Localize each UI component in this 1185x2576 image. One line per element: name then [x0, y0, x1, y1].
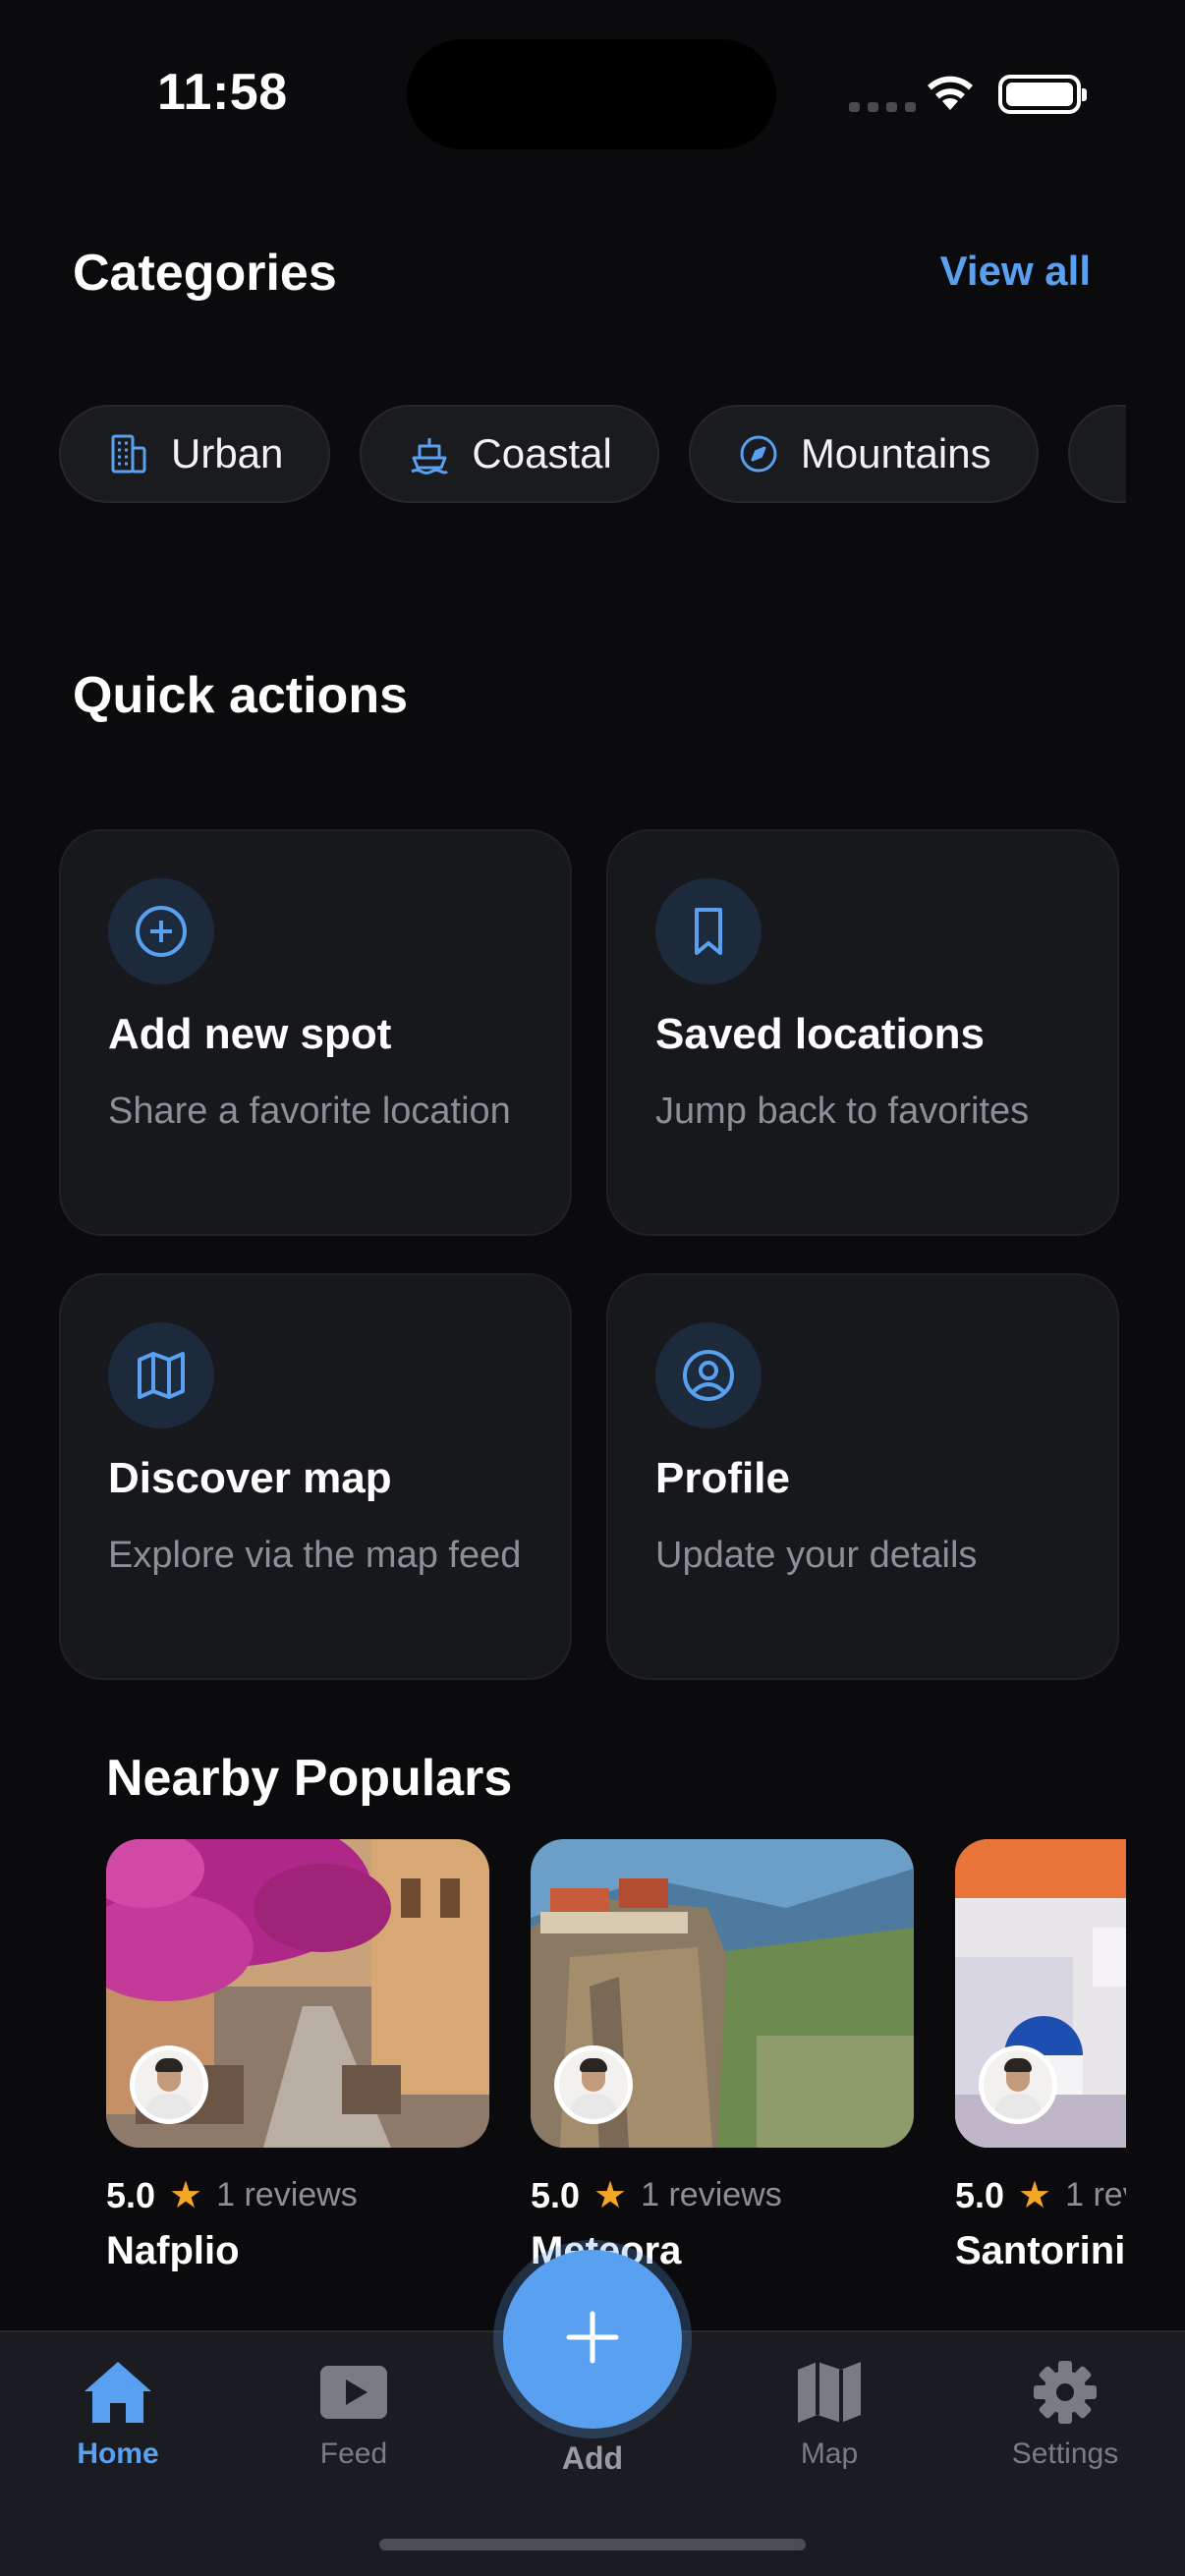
place-rating: 5.0 ★ 1 reviews	[106, 2173, 489, 2217]
view-all-link[interactable]: View all	[940, 248, 1091, 295]
place-photo	[106, 1839, 489, 2148]
card-title: Add new spot	[108, 1010, 392, 1058]
nearby-carousel: 5.0 ★ 1 reviews Nafplio 5.0 ★ 1 reviews …	[106, 1839, 1126, 2271]
nearby-title: Nearby Populars	[106, 1750, 513, 1807]
gear-icon	[1028, 2358, 1102, 2432]
place-photo	[955, 1839, 1126, 2148]
map-icon	[108, 1322, 214, 1428]
review-count: 1 reviews	[641, 2176, 782, 2213]
star-icon: ★	[169, 2175, 203, 2216]
add-button[interactable]	[503, 2250, 682, 2429]
card-subtitle: Share a favorite location	[108, 1091, 511, 1132]
plus-icon	[563, 2308, 622, 2372]
card-add-new-spot[interactable]: Add new spot Share a favorite location	[59, 829, 572, 1236]
review-count: 1 reviews	[1065, 2176, 1126, 2213]
star-icon: ★	[593, 2175, 628, 2216]
tab-label: Map	[800, 2437, 859, 2470]
dynamic-island	[407, 39, 776, 149]
chip-more[interactable]	[1067, 405, 1126, 503]
bookmark-icon	[655, 878, 762, 984]
home-indicator	[379, 2539, 806, 2550]
place-card-meteora[interactable]: 5.0 ★ 1 reviews Meteora	[531, 1839, 914, 2271]
avatar	[554, 2045, 633, 2124]
star-icon: ★	[1018, 2175, 1052, 2216]
place-photo	[531, 1839, 914, 2148]
plus-circle-icon	[108, 878, 214, 984]
cellular-signal-icon	[849, 102, 916, 112]
tab-label: Home	[77, 2437, 159, 2470]
review-count: 1 reviews	[216, 2176, 358, 2213]
card-subtitle: Jump back to favorites	[655, 1091, 1030, 1132]
tab-settings[interactable]: Settings	[967, 2358, 1163, 2471]
categories-title: Categories	[73, 245, 337, 302]
quick-actions-title: Quick actions	[73, 667, 408, 724]
user-circle-icon	[655, 1322, 762, 1428]
wifi-icon	[924, 71, 977, 117]
play-rectangle-icon	[316, 2358, 391, 2432]
card-discover-map[interactable]: Discover map Explore via the map feed	[59, 1273, 572, 1680]
chip-mountains[interactable]: Mountains	[688, 405, 1039, 503]
rating-value: 5.0	[531, 2174, 581, 2215]
card-subtitle: Update your details	[655, 1535, 978, 1576]
card-title: Profile	[655, 1454, 790, 1502]
chip-coastal[interactable]: Coastal	[360, 405, 659, 503]
card-title: Discover map	[108, 1454, 392, 1502]
chip-urban[interactable]: Urban	[59, 405, 331, 503]
tab-feed[interactable]: Feed	[255, 2358, 452, 2471]
place-name: Santorini	[955, 2229, 1126, 2271]
chip-label: Urban	[171, 430, 284, 476]
tab-map[interactable]: Map	[731, 2358, 928, 2471]
tab-label: Feed	[319, 2437, 388, 2470]
chip-label: Mountains	[800, 430, 991, 476]
card-profile[interactable]: Profile Update your details	[606, 1273, 1119, 1680]
rating-value: 5.0	[106, 2174, 156, 2215]
place-name: Nafplio	[106, 2229, 240, 2271]
house-icon	[81, 2358, 155, 2432]
tab-home[interactable]: Home	[20, 2358, 216, 2471]
category-chips: Urban Coastal Mountains	[59, 405, 1126, 507]
avatar	[130, 2045, 208, 2124]
battery-icon	[998, 75, 1087, 114]
place-card-nafplio[interactable]: 5.0 ★ 1 reviews Nafplio	[106, 1839, 489, 2271]
map-icon	[792, 2358, 867, 2432]
ship-icon	[407, 431, 452, 476]
chip-label: Coastal	[472, 430, 612, 476]
card-title: Saved locations	[655, 1010, 986, 1058]
compass-icon	[736, 431, 781, 476]
avatar	[979, 2045, 1057, 2124]
card-saved-locations[interactable]: Saved locations Jump back to favorites	[606, 829, 1119, 1236]
place-rating: 5.0 ★ 1 reviews	[531, 2173, 914, 2217]
tab-label: Settings	[1011, 2437, 1119, 2470]
rating-value: 5.0	[955, 2174, 1005, 2215]
status-time: 11:58	[157, 64, 288, 121]
building-icon	[106, 431, 151, 476]
place-rating: 5.0 ★ 1 reviews	[955, 2173, 1126, 2217]
place-card-santorini[interactable]: 5.0 ★ 1 reviews Santorini	[955, 1839, 1126, 2271]
card-subtitle: Explore via the map feed	[108, 1535, 522, 1576]
add-label: Add	[561, 2440, 624, 2476]
